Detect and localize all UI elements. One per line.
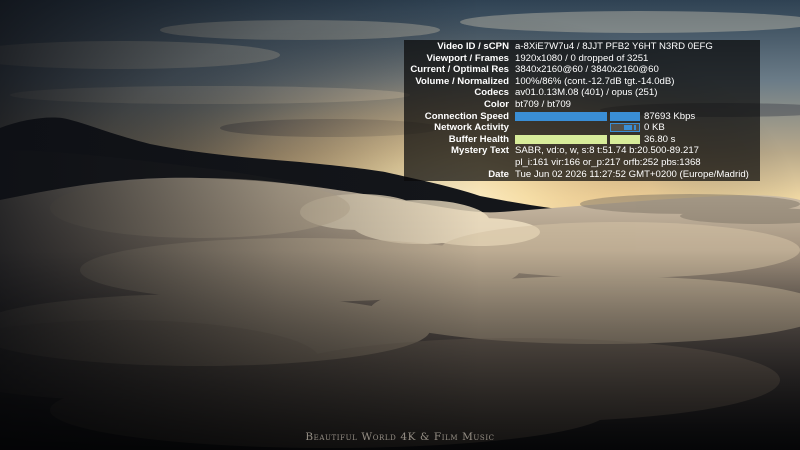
stats-value: pl_i:161 vir:166 or_p:217 orfb:252 pbs:1…: [515, 156, 701, 168]
stats-row-codecs: Codecs av01.0.13M.08 (401) / opus (251): [404, 87, 760, 99]
stats-value: av01.0.13M.08 (401) / opus (251): [515, 87, 658, 99]
stats-label: Buffer Health: [448, 133, 509, 145]
stats-value: SABR, vd:o, w, s:8 t:51.74 b:20.500-89.2…: [515, 145, 700, 157]
stats-label: Codecs: [474, 87, 509, 99]
stats-label: Current / Optimal Res: [410, 64, 509, 76]
stats-value: 36.80 s: [644, 133, 676, 145]
stats-row-video-id: Video ID / sCPN a-8XiE7W7u4 / 8JJT PFB2 …: [404, 41, 760, 53]
stats-row-network-activity: Network Activity 0 KB: [404, 122, 760, 134]
stats-value: bt709 / bt709: [515, 98, 572, 110]
stats-for-nerds-panel: Video ID / sCPN a-8XiE7W7u4 / 8JJT PFB2 …: [404, 40, 760, 181]
channel-watermark: Beautiful World 4K & Film Music: [305, 431, 495, 443]
stats-value: 3840x2160@60 / 3840x2160@60: [515, 64, 659, 76]
stats-label: Connection Speed: [424, 110, 509, 122]
stats-row-viewport: Viewport / Frames 1920x1080 / 0 dropped …: [404, 53, 760, 65]
stats-row-resolution: Current / Optimal Res 3840x2160@60 / 384…: [404, 64, 760, 76]
network-activity-spike: [624, 125, 632, 131]
stats-label: Mystery Text: [451, 145, 509, 157]
stats-label: Volume / Normalized: [415, 75, 509, 87]
stats-label: Color: [483, 98, 509, 110]
stats-label: Network Activity: [434, 122, 509, 134]
stats-value: a-8XiE7W7u4 / 8JJT PFB2 Y6HT N3RD 0EFG: [515, 41, 713, 52]
buffer-health-history-bar: [515, 135, 607, 145]
stats-label: Date: [488, 168, 509, 180]
stats-row-date: Date Tue Jun 02 2026 11:27:52 GMT+0200 (…: [404, 169, 760, 181]
stats-value: 87693 Kbps: [644, 110, 696, 122]
network-activity-current-bar: [610, 123, 640, 133]
network-activity-history-bar: [515, 123, 607, 132]
stats-row-mystery-text-continued: pl_i:161 vir:166 or_p:217 orfb:252 pbs:1…: [404, 157, 760, 169]
stats-value: 1920x1080 / 0 dropped of 3251: [515, 52, 649, 64]
buffer-health-graph: 36.80 s: [515, 134, 675, 146]
stats-row-buffer-health: Buffer Health 36.80 s: [404, 134, 760, 146]
connection-speed-graph: 87693 Kbps: [515, 111, 695, 123]
stats-value: Tue Jun 02 2026 11:27:52 GMT+0200 (Europ…: [515, 168, 749, 180]
network-activity-spike: [634, 125, 636, 131]
stats-value: 100%/86% (cont.-12.7dB tgt.-14.0dB): [515, 75, 675, 87]
stats-value: 0 KB: [644, 122, 665, 134]
buffer-health-current-bar: [610, 135, 640, 145]
stats-row-connection-speed: Connection Speed 87693 Kbps: [404, 111, 760, 123]
stats-row-color: Color bt709 / bt709: [404, 99, 760, 111]
stats-row-volume: Volume / Normalized 100%/86% (cont.-12.7…: [404, 76, 760, 88]
connection-speed-history-bar: [515, 111, 607, 121]
stats-row-mystery-text: Mystery Text SABR, vd:o, w, s:8 t:51.74 …: [404, 145, 760, 157]
stats-label: Viewport / Frames: [426, 52, 509, 64]
connection-speed-current-bar: [610, 111, 640, 121]
network-activity-graph: 0 KB: [515, 122, 665, 134]
video-player[interactable]: Beautiful World 4K & Film Music Video ID…: [0, 0, 800, 450]
stats-label: Video ID / sCPN: [437, 41, 509, 52]
